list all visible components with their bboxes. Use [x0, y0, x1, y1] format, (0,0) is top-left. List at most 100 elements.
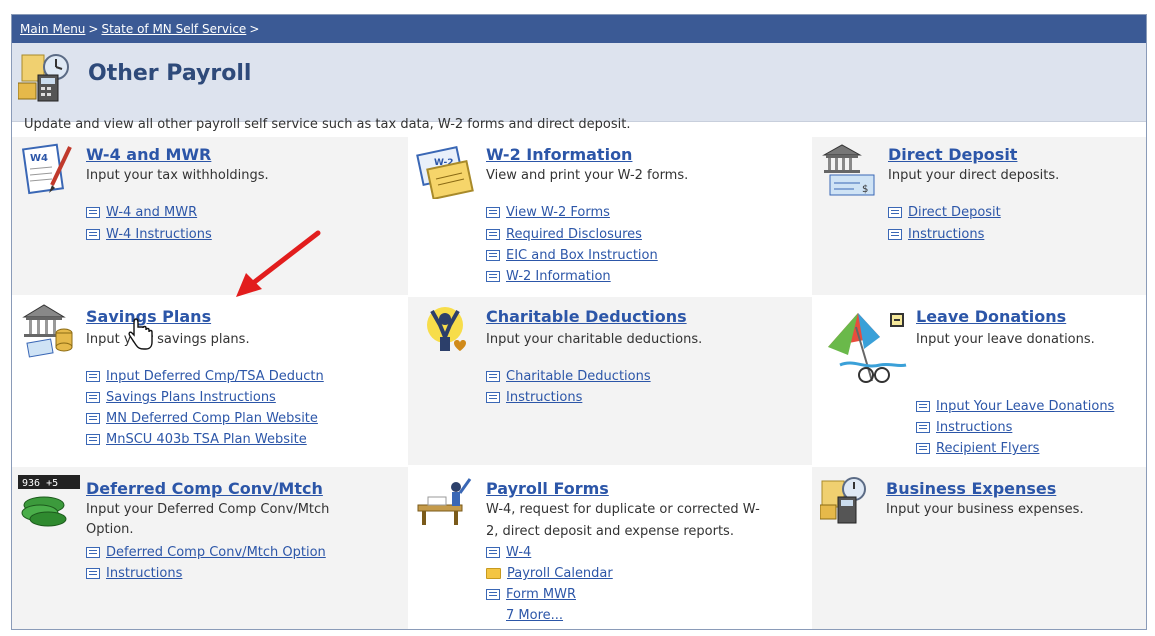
link-label: Charitable Deductions: [506, 369, 651, 384]
link-label: View W-2 Forms: [506, 205, 610, 220]
business-expenses-description: Input your business expenses.: [886, 502, 1084, 517]
savings-plans-section: Savings Plans Input your savings plans. …: [12, 297, 408, 465]
page-icon: [486, 229, 500, 240]
payroll-forms-description-line-1: W-4, request for duplicate or corrected …: [486, 502, 760, 517]
charitable-deductions-description: Input your charitable deductions.: [486, 332, 703, 347]
w4-form-icon: W4: [22, 143, 72, 195]
page-icon: [486, 392, 500, 403]
link-label: Instructions: [106, 566, 183, 581]
charitable-deductions-page-link[interactable]: Charitable Deductions: [486, 369, 651, 384]
input-deferred-cmp-tsa-link[interactable]: Input Deferred Cmp/TSA Deductn: [86, 369, 324, 384]
page-icon: [916, 443, 930, 454]
breadcrumb: Main Menu > State of MN Self Service >: [12, 15, 1146, 43]
w4-instructions-link[interactable]: W-4 Instructions: [86, 227, 212, 242]
svg-text:$: $: [862, 184, 868, 195]
deferred-comp-instructions-link[interactable]: Instructions: [86, 566, 182, 581]
page-icon: [486, 371, 500, 382]
hand-cursor-icon: [128, 318, 153, 350]
payroll-forms-description-line-2: 2, direct deposit and expense reports.: [486, 524, 734, 539]
link-label: MnSCU 403b TSA Plan Website: [106, 432, 307, 447]
annotation-arrow-icon: [236, 230, 321, 297]
w4-mwr-link[interactable]: W-4 and MWR: [86, 145, 211, 164]
link-label: Instructions: [936, 420, 1013, 435]
w2-description: View and print your W-2 forms.: [486, 168, 689, 183]
portal-frame: Main Menu > State of MN Self Service > Othe…: [11, 14, 1147, 630]
more-forms-link[interactable]: 7 More...: [506, 608, 563, 623]
page-icon: [916, 422, 930, 433]
link-label: W-4: [506, 545, 532, 560]
page-icon: [86, 568, 100, 579]
mn-deferred-comp-website-link[interactable]: MN Deferred Comp Plan Website: [86, 411, 318, 426]
w2-form-icon: W-2: [416, 145, 474, 199]
page-icon: [86, 229, 100, 240]
charitable-instructions-link[interactable]: Instructions: [486, 390, 582, 405]
page-icon: [486, 589, 500, 600]
deferred-comp-option-link[interactable]: Deferred Comp Conv/Mtch Option: [86, 545, 326, 560]
direct-deposit-section: $ Direct Deposit Input your direct depos…: [812, 137, 1146, 295]
page-description: Update and view all other payroll self s…: [24, 117, 631, 132]
charitable-deductions-link[interactable]: Charitable Deductions: [486, 307, 687, 326]
direct-deposit-description: Input your direct deposits.: [888, 168, 1060, 183]
payroll-calendar-link[interactable]: Payroll Calendar: [486, 566, 613, 581]
savings-plans-instructions-link[interactable]: Savings Plans Instructions: [86, 390, 276, 405]
payroll-forms-link[interactable]: Payroll Forms: [486, 479, 609, 498]
expand-square-icon: [890, 313, 904, 327]
link-label: W-4 and MWR: [106, 205, 198, 220]
link-label: W-4 Instructions: [106, 227, 212, 242]
page-icon: [888, 229, 902, 240]
page-icon: [86, 434, 100, 445]
eic-box-instruction-link[interactable]: EIC and Box Instruction: [486, 248, 658, 263]
page-icon: [86, 371, 100, 382]
page-icon: [86, 547, 100, 558]
w2-information-link[interactable]: W-2 Information: [486, 145, 632, 164]
w2-section: W-2 W-2 Information View and print your …: [408, 137, 812, 295]
link-label: Deferred Comp Conv/Mtch Option: [106, 545, 326, 560]
deferred-comp-section: 936 +5 Deferred Comp Conv/Mtch Input you…: [12, 467, 408, 629]
page-icon: [486, 207, 500, 218]
payroll-forms-w4-link[interactable]: W-4: [486, 545, 531, 560]
leave-instructions-link[interactable]: Instructions: [916, 420, 1012, 435]
link-label: Input Deferred Cmp/TSA Deductn: [106, 369, 324, 384]
page-icon: [916, 401, 930, 412]
w4-mwr-page-link[interactable]: W-4 and MWR: [86, 205, 197, 220]
breadcrumb-main-menu[interactable]: Main Menu: [20, 22, 85, 36]
view-w2-forms-link[interactable]: View W-2 Forms: [486, 205, 610, 220]
charitable-deductions-section: Charitable Deductions Input your charita…: [408, 297, 812, 465]
page-title-band: Other Payroll: [12, 43, 1146, 122]
link-label: W-2 Information: [506, 269, 611, 284]
breadcrumb-separator: >: [88, 22, 99, 36]
input-leave-donations-link[interactable]: Input Your Leave Donations: [916, 399, 1114, 414]
link-label: Input Your Leave Donations: [936, 399, 1115, 414]
recipient-flyers-link[interactable]: Recipient Flyers: [916, 441, 1039, 456]
desk-worker-icon: [417, 478, 472, 525]
deferred-comp-link[interactable]: Deferred Comp Conv/Mtch: [86, 479, 323, 498]
required-disclosures-link[interactable]: Required Disclosures: [486, 227, 642, 242]
link-label: Direct Deposit: [908, 205, 1001, 220]
direct-deposit-link[interactable]: Direct Deposit: [888, 145, 1017, 164]
breadcrumb-self-service[interactable]: State of MN Self Service: [101, 22, 246, 36]
leave-donations-link[interactable]: Leave Donations: [916, 307, 1066, 326]
w2-information-page-link[interactable]: W-2 Information: [486, 269, 611, 284]
deferred-comp-description-line-2: Option.: [86, 522, 134, 537]
direct-deposit-page-link[interactable]: Direct Deposit: [888, 205, 1001, 220]
business-expenses-section: Business Expenses Input your business ex…: [812, 467, 1146, 629]
savings-plans-description: Input your savings plans.: [86, 332, 250, 347]
page-icon: [86, 413, 100, 424]
direct-deposit-instructions-link[interactable]: Instructions: [888, 227, 984, 242]
svg-text:936 +5: 936 +5: [22, 478, 58, 489]
page-icon: [486, 547, 500, 558]
link-label: Savings Plans Instructions: [106, 390, 276, 405]
business-expenses-link[interactable]: Business Expenses: [886, 479, 1056, 498]
link-label: Required Disclosures: [506, 227, 642, 242]
payroll-calculator-icon: [18, 54, 69, 102]
link-label: MN Deferred Comp Plan Website: [106, 411, 318, 426]
mnscu-403b-website-link[interactable]: MnSCU 403b TSA Plan Website: [86, 432, 307, 447]
form-mwr-link[interactable]: Form MWR: [486, 587, 576, 602]
link-label: Payroll Calendar: [507, 566, 613, 581]
leave-donations-section: Leave Donations Input your leave donatio…: [812, 297, 1146, 465]
w4-section: W4 W-4 and MWR Input your tax withholdin…: [12, 137, 408, 295]
page-title: Other Payroll: [88, 61, 252, 86]
link-label: Instructions: [908, 227, 985, 242]
page-icon: [86, 392, 100, 403]
link-label: Recipient Flyers: [936, 441, 1040, 456]
